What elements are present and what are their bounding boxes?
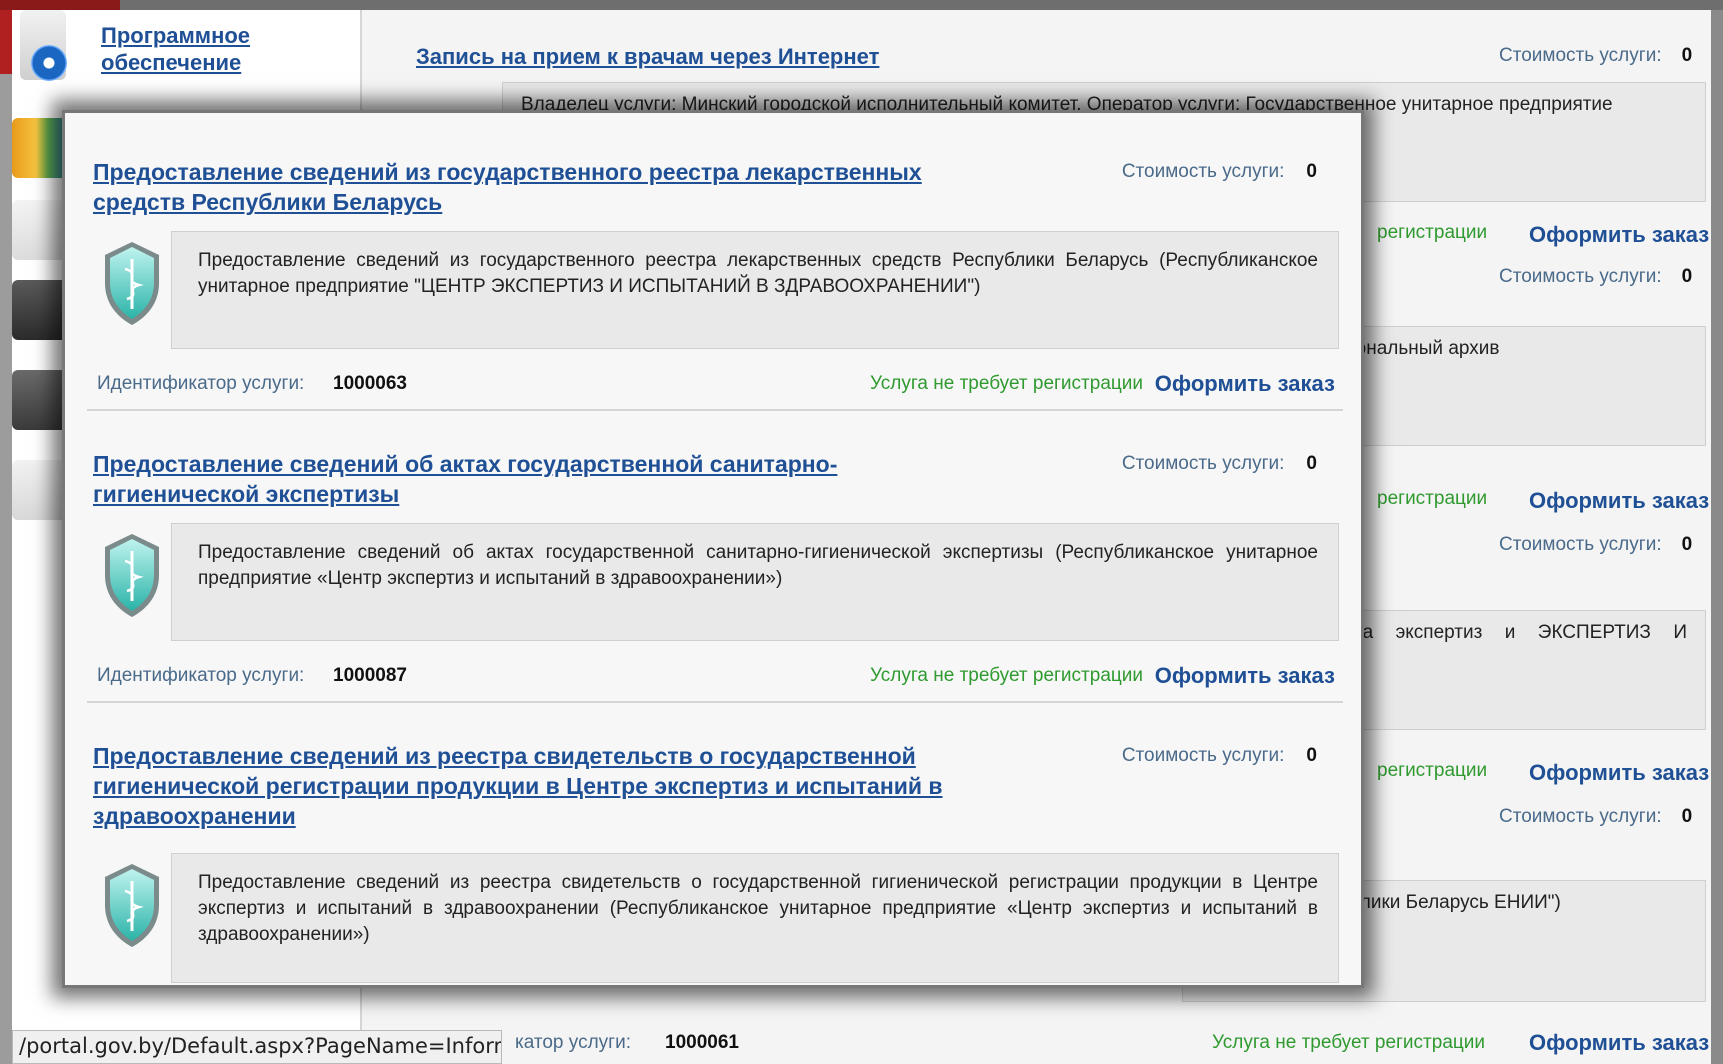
id-label: Идентификатор услуги: <box>97 373 305 394</box>
registration-text: регистрации <box>1377 488 1488 509</box>
id-value: 1000063 <box>333 373 407 394</box>
cost-value: 0 <box>1681 534 1693 555</box>
id-label: катор услуги: <box>515 1032 631 1053</box>
cost-label-text: Стоимость услуги: <box>1121 453 1285 474</box>
service-footer: Идентификатор услуги: 1000087 Услуга не … <box>97 661 1343 691</box>
order-button[interactable]: Оформить заказ <box>1155 663 1335 689</box>
order-button[interactable]: Оформить заказ <box>1529 760 1709 786</box>
order-button[interactable]: Оформить заказ <box>1529 1030 1709 1056</box>
registration-text: регистрации <box>1377 760 1488 781</box>
cost-label: Стоимость услуги: 0 <box>1499 266 1692 288</box>
cost-label-text: Стоимость услуги: <box>1121 161 1285 182</box>
cost-label: Стоимость услуги: 0 <box>1122 161 1317 183</box>
id-value: 1000087 <box>333 665 407 686</box>
id-value: 1000061 <box>665 1032 739 1053</box>
services-popup: Предоставление сведений из государственн… <box>62 110 1364 988</box>
service-description: Предоставление сведений из реестра свиде… <box>171 853 1339 983</box>
window-left-accent <box>0 10 12 74</box>
order-button[interactable]: Оформить заказ <box>1529 488 1709 514</box>
registration-text: Услуга не требует регистрации <box>1212 1032 1485 1053</box>
cost-value: 0 <box>1306 161 1317 182</box>
cost-value: 0 <box>1306 453 1317 474</box>
cost-label-text: Стоимость услуги: <box>1121 745 1285 766</box>
service-title-link[interactable]: Предоставление сведений из государственн… <box>93 157 973 217</box>
service-divider <box>87 409 1343 411</box>
status-bar-url: /portal.gov.by/Default.aspx?PageName=Inf… <box>12 1030 502 1064</box>
cost-label-text: Стоимость услуги: <box>1499 266 1662 287</box>
cost-label: Стоимость услуги: 0 <box>1499 45 1692 67</box>
registration-text: Услуга не требует регистрации <box>870 373 1143 394</box>
service-item: Предоставление сведений об актах государ… <box>87 449 1343 703</box>
cost-label-text: Стоимость услуги: <box>1499 806 1662 827</box>
medical-shield-icon <box>105 864 159 947</box>
software-disc-icon <box>31 45 67 81</box>
service-item: Предоставление сведений из реестра свиде… <box>87 741 1343 985</box>
service-title-link[interactable]: Предоставление сведений из реестра свиде… <box>93 741 973 831</box>
window-left-edge <box>0 10 12 1064</box>
service-item: Предоставление сведений из государственн… <box>87 157 1343 411</box>
cost-label-text: Стоимость услуги: <box>1499 45 1662 66</box>
window-top-accent <box>0 0 120 10</box>
medical-shield-icon <box>105 534 159 617</box>
service-divider <box>87 701 1343 703</box>
registration-text: Услуга не требует регистрации <box>870 665 1143 686</box>
order-button[interactable]: Оформить заказ <box>1155 371 1335 397</box>
cost-label: Стоимость услуги: 0 <box>1122 745 1317 767</box>
service-description: Предоставление сведений об актах государ… <box>171 523 1339 641</box>
cost-label: Стоимость услуги: 0 <box>1499 806 1692 828</box>
cost-value: 0 <box>1681 266 1693 287</box>
sidebar-item-label[interactable]: Программное обеспечение <box>101 22 261 76</box>
order-button[interactable]: Оформить заказ <box>1529 222 1709 248</box>
medical-shield-icon <box>105 242 159 325</box>
registration-text: регистрации <box>1377 222 1488 243</box>
cost-value: 0 <box>1306 745 1317 766</box>
window-top-edge <box>0 0 1723 10</box>
service-footer: Идентификатор услуги: 1000063 Услуга не … <box>97 369 1343 399</box>
cost-value: 0 <box>1681 45 1693 66</box>
cost-label-text: Стоимость услуги: <box>1499 534 1662 555</box>
cost-label: Стоимость услуги: 0 <box>1122 453 1317 475</box>
cost-label: Стоимость услуги: 0 <box>1499 534 1692 556</box>
sidebar-item-software[interactable]: Программное обеспечение <box>12 10 362 81</box>
cost-value: 0 <box>1681 806 1693 827</box>
service-description: Предоставление сведений из государственн… <box>171 231 1339 349</box>
service-title-link[interactable]: Запись на прием к врачам через Интернет <box>416 44 879 70</box>
service-title-link[interactable]: Предоставление сведений об актах государ… <box>93 449 973 509</box>
id-label: Идентификатор услуги: <box>97 665 305 686</box>
window-right-edge <box>1711 10 1723 1064</box>
